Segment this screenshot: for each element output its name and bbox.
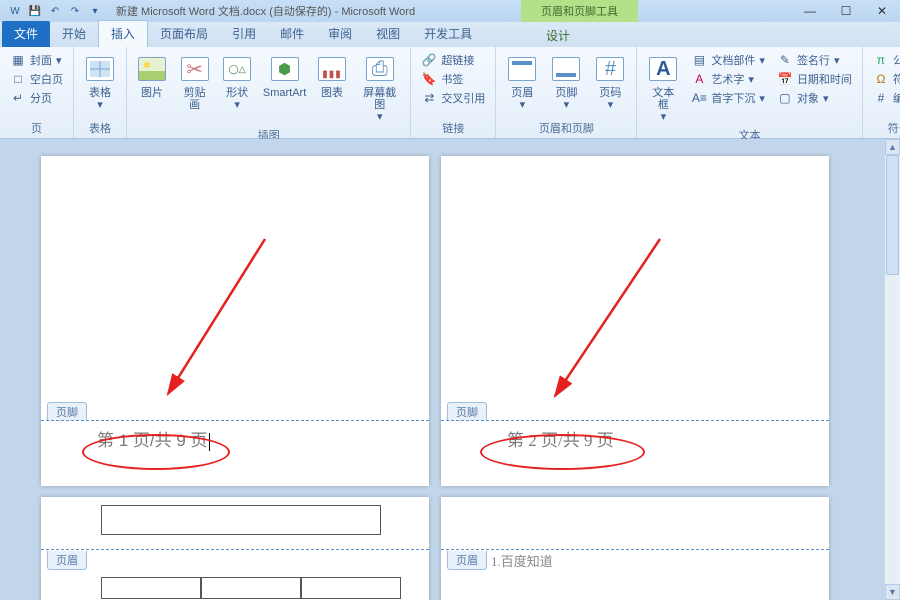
smartart-button[interactable]: SmartArt xyxy=(260,51,309,101)
bookmark-button[interactable]: 🔖书签 xyxy=(417,70,489,88)
minimize-button[interactable]: — xyxy=(792,0,828,22)
ribbon: ▦封面▾ □空白页 ↵分页 页 表格▾ 表格 图片 剪贴画 形状▾ SmartA… xyxy=(0,47,900,139)
document-area[interactable]: 页脚 第 1 页/共 9 页 页脚 第 2 页/共 9 页 页眉 页眉 1.百度… xyxy=(0,139,900,600)
table-button[interactable]: 表格▾ xyxy=(80,51,120,113)
footer-tab-2[interactable]: 页脚 xyxy=(447,402,487,421)
tab-view[interactable]: 视图 xyxy=(364,21,412,47)
close-button[interactable]: ✕ xyxy=(864,0,900,22)
scroll-thumb[interactable] xyxy=(886,155,899,275)
tab-file[interactable]: 文件 xyxy=(2,21,50,47)
page-4-header-text[interactable]: 1.百度知道 xyxy=(491,551,553,570)
object-button[interactable]: ▢对象▾ xyxy=(773,89,856,107)
page-2[interactable]: 页脚 第 2 页/共 9 页 xyxy=(441,156,829,486)
dropcap-button[interactable]: A≡首字下沉▾ xyxy=(687,89,769,107)
clipart-button[interactable]: 剪贴画 xyxy=(175,51,214,113)
tab-hf-design[interactable]: 设计 xyxy=(530,23,586,49)
number-button[interactable]: #编号 xyxy=(869,89,900,107)
scroll-down-icon[interactable]: ▼ xyxy=(885,584,900,600)
group-label-tables: 表格 xyxy=(80,118,120,138)
vertical-scrollbar[interactable]: ▲ ▼ xyxy=(884,139,900,600)
tab-home[interactable]: 开始 xyxy=(50,21,98,47)
page-3[interactable]: 页眉 xyxy=(41,497,429,600)
screenshot-button[interactable]: 屏幕截图▾ xyxy=(355,51,404,125)
tab-developer[interactable]: 开发工具 xyxy=(412,21,484,47)
group-header-footer: 页眉▾ 页脚▾ 页码▾ 页眉和页脚 xyxy=(496,47,637,138)
textbox-button[interactable]: 文本框▾ xyxy=(643,51,683,125)
footer-tab-1[interactable]: 页脚 xyxy=(47,402,87,421)
header-button[interactable]: 页眉▾ xyxy=(502,51,542,113)
group-label-hf: 页眉和页脚 xyxy=(502,118,630,138)
page-2-footer-text[interactable]: 第 2 页/共 9 页 xyxy=(507,426,614,451)
redo-icon[interactable]: ↷ xyxy=(66,3,84,19)
tab-layout[interactable]: 页面布局 xyxy=(148,21,220,47)
picture-button[interactable]: 图片 xyxy=(133,51,171,101)
group-label-pages: 页 xyxy=(6,118,67,138)
ribbon-tabs: 文件 开始 插入 页面布局 引用 邮件 审阅 视图 开发工具 设计 xyxy=(0,22,900,47)
footer-button[interactable]: 页脚▾ xyxy=(546,51,586,113)
group-symbols: π公式▾ Ω符号▾ #编号 符号 xyxy=(863,47,900,138)
context-tool-label: 页眉和页脚工具 xyxy=(521,0,638,22)
shapes-button[interactable]: 形状▾ xyxy=(218,51,256,113)
symbol-button[interactable]: Ω符号▾ xyxy=(869,70,900,88)
header-tab-3[interactable]: 页眉 xyxy=(47,551,87,570)
group-illustrations: 图片 剪贴画 形状▾ SmartArt 图表 屏幕截图▾ 插图 xyxy=(127,47,411,138)
hyperlink-button[interactable]: 🔗超链接 xyxy=(417,51,489,69)
blank-page-button[interactable]: □空白页 xyxy=(6,70,67,88)
undo-icon[interactable]: ↶ xyxy=(46,3,64,19)
pagenum-button[interactable]: 页码▾ xyxy=(590,51,630,113)
maximize-button[interactable]: ☐ xyxy=(828,0,864,22)
group-tables: 表格▾ 表格 xyxy=(74,47,127,138)
group-links: 🔗超链接 🔖书签 ⇄交叉引用 链接 xyxy=(411,47,496,138)
equation-button[interactable]: π公式▾ xyxy=(869,51,900,69)
tab-insert[interactable]: 插入 xyxy=(98,20,148,47)
page-4[interactable]: 页眉 1.百度知道 xyxy=(441,497,829,600)
title-bar: W 💾 ↶ ↷ ▾ 新建 Microsoft Word 文档.docx (自动保… xyxy=(0,0,900,22)
quickparts-button[interactable]: ▤文档部件▾ xyxy=(687,51,769,69)
tab-review[interactable]: 审阅 xyxy=(316,21,364,47)
chart-button[interactable]: 图表 xyxy=(313,51,351,101)
group-label-links: 链接 xyxy=(417,118,489,138)
tab-references[interactable]: 引用 xyxy=(220,21,268,47)
group-pages: ▦封面▾ □空白页 ↵分页 页 xyxy=(0,47,74,138)
save-icon[interactable]: 💾 xyxy=(26,3,44,19)
datetime-button[interactable]: 📅日期和时间 xyxy=(773,70,856,88)
page-1-footer-text[interactable]: 第 1 页/共 9 页 xyxy=(97,426,211,451)
cover-page-button[interactable]: ▦封面▾ xyxy=(6,51,67,69)
header-tab-4[interactable]: 页眉 xyxy=(447,551,487,570)
quick-access-toolbar: W 💾 ↶ ↷ ▾ xyxy=(0,3,110,19)
group-text: 文本框▾ ▤文档部件▾ A艺术字▾ A≡首字下沉▾ ✎签名行▾ 📅日期和时间 ▢… xyxy=(637,47,863,138)
sigline-button[interactable]: ✎签名行▾ xyxy=(773,51,856,69)
group-label-symbols: 符号 xyxy=(869,118,900,138)
window-title: 新建 Microsoft Word 文档.docx (自动保存的) - Micr… xyxy=(116,3,415,19)
tab-mailings[interactable]: 邮件 xyxy=(268,21,316,47)
page-break-button[interactable]: ↵分页 xyxy=(6,89,67,107)
wordart-button[interactable]: A艺术字▾ xyxy=(687,70,769,88)
page-1[interactable]: 页脚 第 1 页/共 9 页 xyxy=(41,156,429,486)
qat-more-icon[interactable]: ▾ xyxy=(86,3,104,19)
word-icon[interactable]: W xyxy=(6,3,24,19)
scroll-up-icon[interactable]: ▲ xyxy=(885,139,900,155)
crossref-button[interactable]: ⇄交叉引用 xyxy=(417,89,489,107)
